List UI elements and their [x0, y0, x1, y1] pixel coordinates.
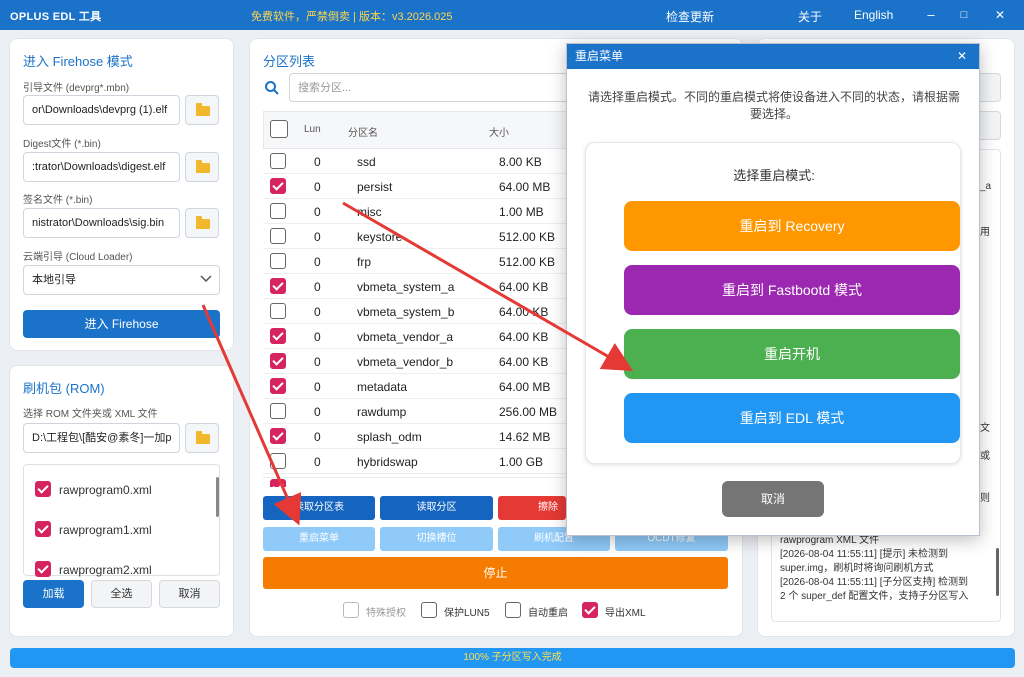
- arrow-to-reboot-system: [342, 201, 634, 372]
- arrow-to-reboot-menu: [201, 304, 302, 526]
- annotation-arrows: [201, 201, 634, 526]
